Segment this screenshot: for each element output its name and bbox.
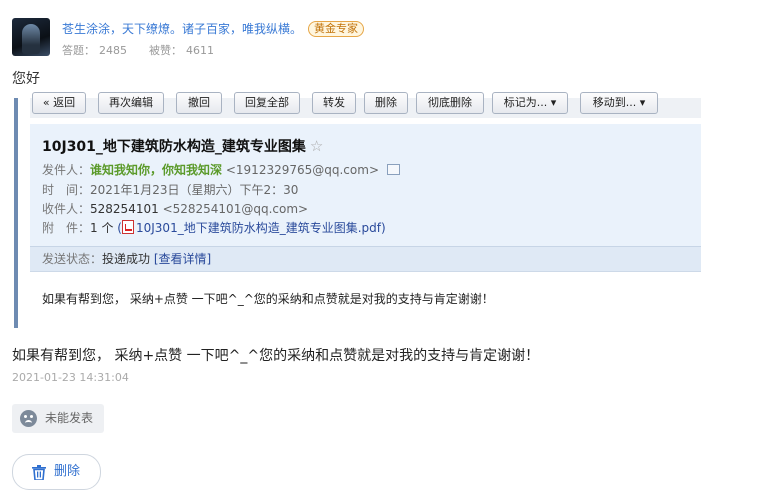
trash-icon: [32, 465, 46, 480]
time-label: 时 间：: [42, 183, 91, 197]
sender-name[interactable]: 谁知我知你，你知我知深: [90, 163, 222, 177]
recall-button[interactable]: 撤回: [176, 92, 222, 114]
user-motto-text[interactable]: 苍生涂涂，天下缭燎。诸子百家，唯我纵横。: [62, 22, 302, 36]
quote-bar: [14, 98, 18, 328]
user-motto[interactable]: 苍生涂涂，天下缭燎。诸子百家，唯我纵横。 黄金专家: [62, 21, 365, 37]
mark-as-label: 标记为...: [503, 96, 548, 109]
mail-subject: 10J301_地下建筑防水构造_建筑专业图集 ☆: [42, 136, 323, 156]
unpublished-label: 未能发表: [45, 411, 94, 425]
star-icon[interactable]: ☆: [310, 137, 323, 155]
avatar-figure: [22, 24, 40, 54]
reply-text: 如果有帮到您， 采纳+点赞 一下吧^_^您的采纳和点赞就是对我的支持与肯定谢谢！: [12, 348, 540, 364]
back-button[interactable]: « 返回: [32, 92, 86, 114]
avatar[interactable]: [12, 18, 50, 56]
time-value: 2021年1月23日（星期六）下午2：30: [90, 183, 299, 197]
greeting-text: 您好: [12, 71, 40, 87]
forward-button[interactable]: 转发: [312, 92, 356, 114]
unpublished-status: 未能发表: [12, 404, 104, 433]
attachment-filename: 10J301_地下建筑防水构造_建筑专业图集.pdf: [135, 221, 381, 235]
delete-forever-button[interactable]: 彻底删除: [416, 92, 484, 114]
recipient-label: 收件人：: [42, 202, 91, 216]
contact-card-icon[interactable]: [387, 164, 400, 175]
attachment-row: 附 件：1 个 (10J301_地下建筑防水构造_建筑专业图集.pdf): [42, 220, 386, 236]
view-details-link[interactable]: [查看详情]: [154, 252, 211, 266]
status-label: 发送状态：: [42, 252, 103, 266]
mail-subject-text: 10J301_地下建筑防水构造_建筑专业图集: [42, 139, 306, 155]
status-value: 投递成功: [102, 252, 151, 266]
recipient-name[interactable]: 528254101: [90, 202, 159, 216]
attachment-link[interactable]: (10J301_地下建筑防水构造_建筑专业图集.pdf): [117, 220, 386, 235]
recipient-row: 收件人：528254101 <528254101@qq.com>: [42, 201, 308, 217]
likes-count: 4611: [186, 44, 214, 57]
attachment-count: 1 个: [90, 221, 114, 235]
pdf-icon: [121, 220, 134, 234]
delivery-status-bar: 发送状态：投递成功 [查看详情]: [30, 246, 701, 271]
expert-badge: 黄金专家: [308, 21, 365, 37]
delete-mail-button[interactable]: 删除: [364, 92, 408, 114]
sad-face-icon: [20, 410, 37, 427]
sender-label: 发件人：: [42, 163, 91, 177]
delete-label: 删除: [54, 464, 81, 479]
chevron-down-icon: ▾: [547, 96, 557, 109]
chevron-down-icon: ▾: [636, 96, 646, 109]
answers-label: 答题：: [62, 44, 95, 57]
move-to-dropdown[interactable]: 移动到... ▾: [580, 92, 658, 114]
user-stats: 答题： 2485 被赞： 4611: [62, 42, 218, 58]
delete-button[interactable]: 删除: [12, 454, 101, 490]
time-row: 时 间：2021年1月23日（星期六）下午2：30: [42, 182, 298, 198]
sender-email: <1912329765@qq.com>: [225, 163, 379, 177]
likes-label: 被赞：: [149, 44, 182, 57]
reply-all-button[interactable]: 回复全部: [234, 92, 300, 114]
mail-body: 如果有帮到您， 采纳+点赞 一下吧^_^您的采纳和点赞就是对我的支持与肯定谢谢！: [42, 292, 494, 306]
sender-row: 发件人：谁知我知你，你知我知深 <1912329765@qq.com>: [42, 162, 400, 178]
answers-count: 2485: [99, 44, 127, 57]
mail-toolbar: « 返回 再次编辑 撤回 回复全部 转发 删除 彻底删除 标记为... ▾ 移动…: [30, 92, 701, 118]
email-screenshot: « 返回 再次编辑 撤回 回复全部 转发 删除 彻底删除 标记为... ▾ 移动…: [12, 92, 701, 328]
recipient-email: <528254101@qq.com>: [162, 202, 309, 216]
delivery-status: 发送状态：投递成功 [查看详情]: [42, 251, 211, 267]
mark-as-dropdown[interactable]: 标记为... ▾: [492, 92, 568, 114]
attachment-label: 附 件：: [42, 221, 91, 235]
reply-timestamp: 2021-01-23 14:31:04: [12, 371, 129, 384]
move-to-label: 移动到...: [592, 96, 637, 109]
edit-again-button[interactable]: 再次编辑: [98, 92, 164, 114]
